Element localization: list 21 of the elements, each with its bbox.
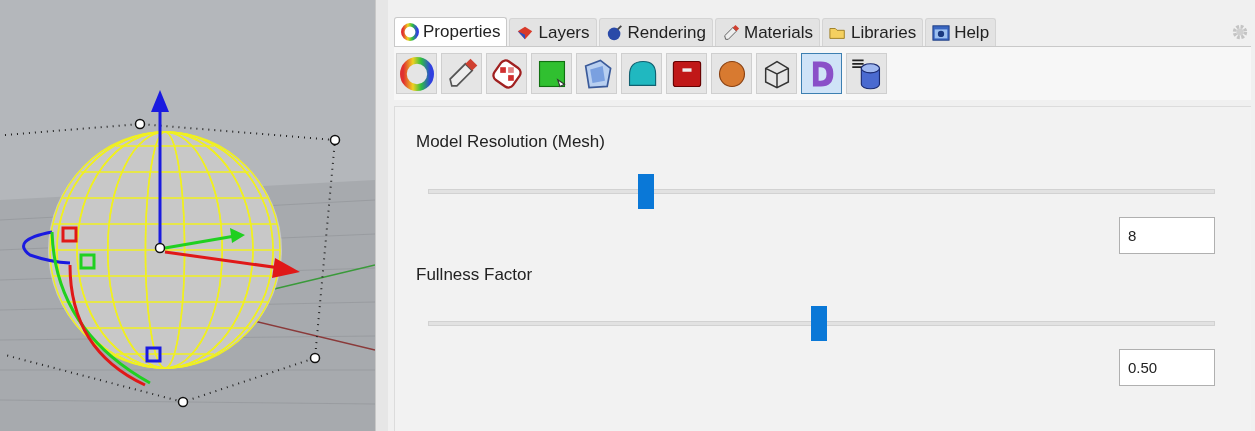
value-field[interactable]: 0.50 xyxy=(1119,349,1215,386)
tab[interactable]: Properties xyxy=(394,17,508,46)
paint-tube-icon xyxy=(721,23,740,42)
tab[interactable]: Help xyxy=(925,18,997,46)
help-window-icon xyxy=(932,23,951,42)
sphere-icon xyxy=(605,23,624,42)
tab[interactable]: Libraries xyxy=(821,18,924,46)
viewport-drawing[interactable] xyxy=(0,0,375,431)
color-wheel-icon xyxy=(401,23,419,41)
color-wheel-icon xyxy=(399,56,434,91)
slider-thumb[interactable] xyxy=(638,173,654,209)
slider[interactable] xyxy=(428,173,1215,209)
value-field[interactable]: 8 xyxy=(1119,216,1215,254)
slider-label: Model Resolution (Mesh) xyxy=(416,131,606,153)
tab[interactable]: Materials xyxy=(714,18,820,46)
tab[interactable]: Rendering xyxy=(598,18,713,46)
slider-thumb[interactable] xyxy=(811,306,828,341)
checkered-texture-icon xyxy=(489,56,524,91)
slider[interactable] xyxy=(428,306,1215,341)
tab[interactable]: Layers xyxy=(509,18,597,46)
slider-label: Fullness Factor xyxy=(416,263,534,286)
